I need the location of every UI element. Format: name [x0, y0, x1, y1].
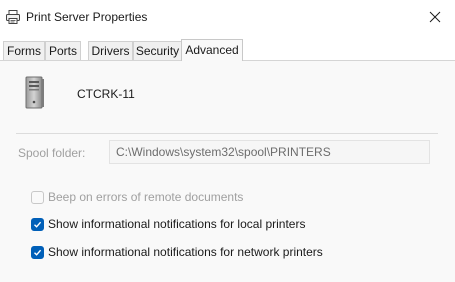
- tab-ports[interactable]: Ports: [45, 41, 81, 60]
- divider: [16, 133, 438, 134]
- checkmark-icon: [34, 249, 42, 256]
- beep-on-errors-label: Beep on errors of remote documents: [48, 190, 244, 204]
- checkmark-icon: [34, 221, 42, 228]
- advanced-tab-panel: CTCRK-11 Spool folder: Beep on errors of…: [0, 60, 455, 282]
- network-printer-notifications-label: Show informational notifications for net…: [48, 245, 323, 259]
- local-printer-notifications-checkbox[interactable]: [31, 217, 44, 231]
- server-name: CTCRK-11: [77, 87, 135, 101]
- printer-icon: [6, 10, 20, 24]
- tab-security[interactable]: Security: [133, 41, 182, 60]
- network-printer-notifications-option[interactable]: Show informational notifications for net…: [31, 244, 323, 260]
- beep-on-errors-checkbox[interactable]: [31, 190, 44, 204]
- server-tower-icon: [25, 76, 44, 109]
- tab-forms[interactable]: Forms: [3, 41, 45, 60]
- spool-folder-label: Spool folder:: [18, 146, 86, 160]
- local-printer-notifications-option[interactable]: Show informational notifications for loc…: [31, 216, 305, 232]
- tab-drivers[interactable]: Drivers: [88, 41, 133, 60]
- spool-folder-input[interactable]: [109, 140, 430, 164]
- local-printer-notifications-label: Show informational notifications for loc…: [48, 217, 306, 231]
- close-icon: [429, 11, 441, 23]
- tab-strip: Forms Ports Drivers Security Advanced: [0, 36, 455, 61]
- title-bar: Print Server Properties: [0, 0, 455, 36]
- window-title: Print Server Properties: [26, 10, 148, 24]
- network-printer-notifications-checkbox[interactable]: [31, 245, 44, 259]
- tab-advanced[interactable]: Advanced: [181, 39, 243, 61]
- close-button[interactable]: [415, 0, 455, 34]
- beep-on-errors-option[interactable]: Beep on errors of remote documents: [31, 189, 243, 205]
